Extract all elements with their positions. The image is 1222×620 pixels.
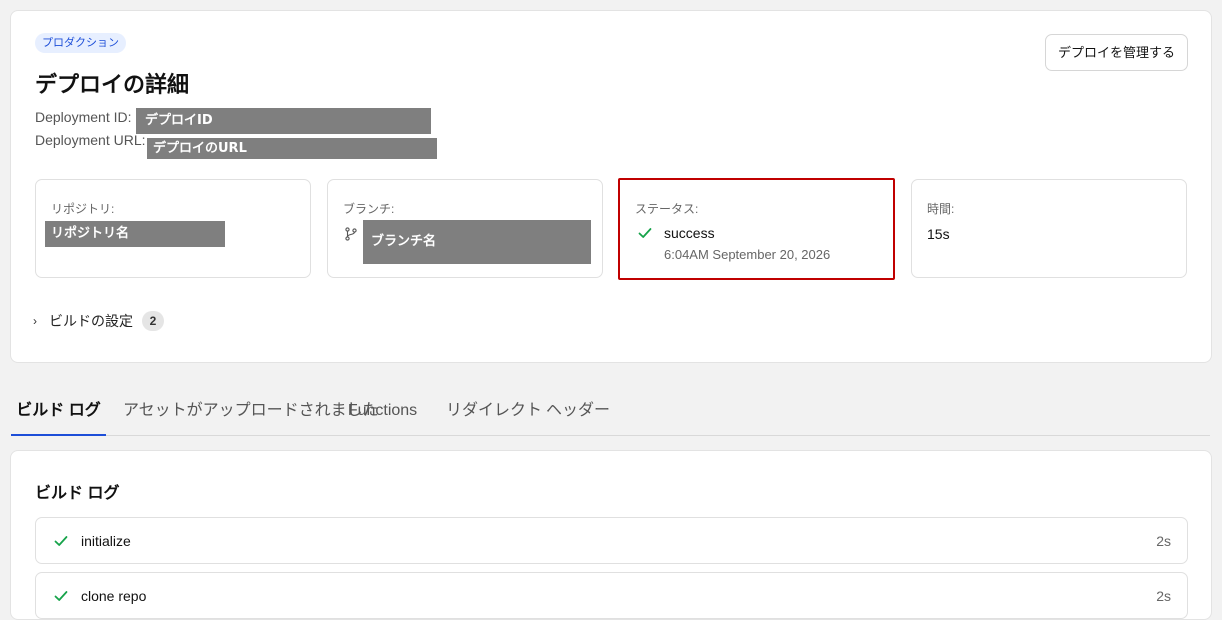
repository-label: リポジトリ:	[51, 202, 115, 216]
status-label: ステータス:	[635, 202, 699, 216]
deployment-tabs: ビルド ログ アセットがアップロードされました Functions リダイレクト…	[11, 390, 1210, 436]
status-card: ステータス: success 6:04AM September 20, 2026	[618, 178, 895, 280]
duration-value: 15s	[927, 226, 950, 242]
build-settings-toggle[interactable]: › ビルドの設定 2	[33, 311, 164, 331]
duration-card: 時間: 15s	[911, 179, 1187, 278]
manage-deployment-button[interactable]: デプロイを管理する	[1044, 34, 1188, 71]
environment-badge: プロダクション	[35, 33, 126, 53]
log-step-duration: 2s	[1156, 533, 1171, 549]
tab-functions[interactable]: Functions	[341, 390, 424, 436]
log-step-row[interactable]: initialize 2s	[35, 517, 1188, 564]
status-timestamp: 6:04AM September 20, 2026	[664, 247, 831, 262]
deployment-id-value: デプロイID	[136, 108, 431, 134]
tab-build-log[interactable]: ビルド ログ	[11, 390, 106, 436]
log-step-name: clone repo	[81, 588, 147, 604]
build-settings-label: ビルドの設定	[49, 313, 133, 329]
duration-label: 時間:	[927, 202, 955, 216]
tab-assets-uploaded[interactable]: アセットがアップロードされました	[123, 390, 379, 436]
check-icon	[54, 536, 68, 546]
log-step-row[interactable]: clone repo 2s	[35, 572, 1188, 619]
repository-card: リポジトリ: リポジトリ名	[35, 179, 311, 278]
page-title: デプロイの詳細	[35, 72, 190, 97]
build-log-card: ビルド ログ initialize 2s clone repo 2s	[10, 450, 1212, 620]
branch-label: ブランチ:	[343, 202, 395, 216]
repository-value[interactable]: リポジトリ名	[45, 221, 225, 247]
deployment-url-label: Deployment URL:	[35, 132, 146, 148]
branch-card: ブランチ: ブランチ名	[327, 179, 603, 278]
tab-headers[interactable]: ヘッダー	[546, 390, 610, 436]
status-value: success	[664, 225, 715, 241]
deployment-url-value[interactable]: デプロイのURL	[147, 138, 437, 159]
log-step-duration: 2s	[1156, 588, 1171, 604]
check-icon	[54, 591, 68, 601]
log-step-name: initialize	[81, 533, 131, 549]
git-branch-icon	[345, 227, 357, 241]
build-settings-count-badge: 2	[142, 311, 164, 331]
branch-value[interactable]: ブランチ名	[363, 220, 591, 264]
deployment-summary-card: プロダクション デプロイの詳細 デプロイを管理する Deployment ID:…	[10, 10, 1212, 363]
check-icon	[638, 228, 652, 238]
build-log-title: ビルド ログ	[35, 485, 120, 502]
tab-redirects[interactable]: リダイレクト	[446, 390, 542, 436]
chevron-right-icon: ›	[33, 314, 37, 328]
deployment-id-label: Deployment ID:	[35, 109, 132, 125]
